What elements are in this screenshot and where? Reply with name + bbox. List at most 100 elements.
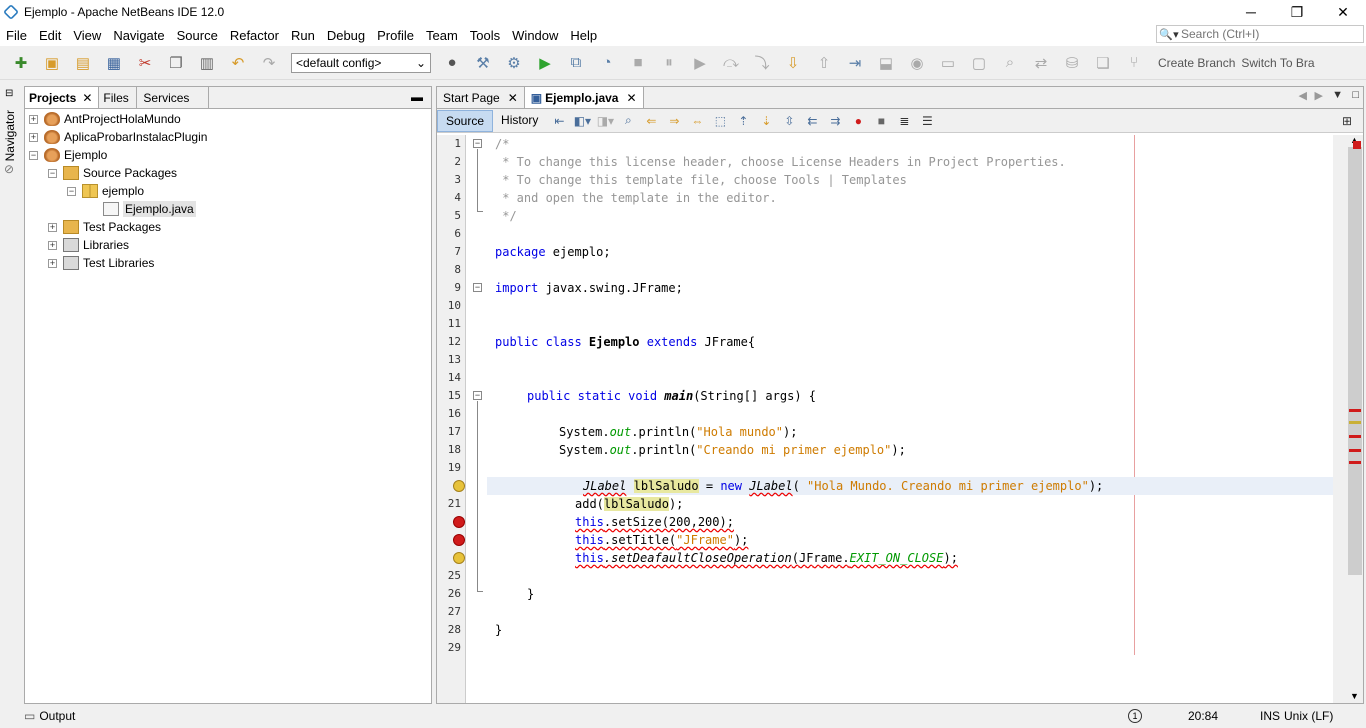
next-bookmark-icon[interactable]: ⇣	[756, 111, 776, 131]
menu-file[interactable]: File	[0, 28, 33, 43]
take-snapshot-icon[interactable]: ◉	[904, 50, 930, 76]
menu-help[interactable]: Help	[564, 28, 603, 43]
build-icon[interactable]: ⚒	[470, 50, 496, 76]
menu-source[interactable]: Source	[171, 28, 224, 43]
split-editor-icon[interactable]: ⊞	[1337, 111, 1357, 131]
team-copy-icon[interactable]: ❏	[1090, 50, 1116, 76]
uncomment-icon[interactable]: ☰	[917, 111, 937, 131]
run-to-cursor-icon[interactable]: ⇥	[842, 50, 868, 76]
menu-debug[interactable]: Debug	[321, 28, 371, 43]
shift-left-icon[interactable]: ⇇	[802, 111, 822, 131]
tab-list-icon[interactable]: ▼	[1332, 89, 1343, 101]
toggle-highlight-icon[interactable]: ⬚	[710, 111, 730, 131]
code-area[interactable]: /* * To change this license header, choo…	[487, 135, 1333, 703]
menu-tools[interactable]: Tools	[464, 28, 506, 43]
error-stripe-mark[interactable]	[1349, 461, 1361, 464]
clean-build-icon[interactable]: ⚙	[501, 50, 527, 76]
config-select[interactable]: <default config> ⌄	[291, 52, 431, 73]
navigator-tab[interactable]: Navigator	[3, 110, 17, 161]
scroll-tabs-left-icon[interactable]: ◀	[1299, 89, 1307, 102]
pause-icon[interactable]: ⏸	[656, 50, 682, 76]
tree-item-test-libraries[interactable]: + Test Libraries	[48, 254, 154, 272]
find-next-icon[interactable]: ⇒	[664, 111, 684, 131]
close-button[interactable]: ✕	[1320, 0, 1366, 24]
step-over-icon[interactable]: ⤼	[718, 50, 744, 76]
close-icon[interactable]: ✕	[508, 91, 518, 105]
menu-view[interactable]: View	[67, 28, 107, 43]
new-project-icon[interactable]: ▣	[39, 50, 65, 76]
tab-ejemplo-java[interactable]: ▣ Ejemplo.java ✕	[524, 87, 644, 108]
scroll-tabs-right-icon[interactable]: ▶	[1315, 89, 1323, 102]
warning-stripe-mark[interactable]	[1349, 421, 1361, 424]
continue-icon[interactable]: ▶	[687, 50, 713, 76]
step-into-icon[interactable]: ⇩	[780, 50, 806, 76]
tree-item-package-ejemplo[interactable]: − ejemplo	[67, 182, 144, 200]
error-stripe-mark[interactable]	[1349, 435, 1361, 438]
menu-refactor[interactable]: Refactor	[224, 28, 285, 43]
scroll-down-icon[interactable]: ▼	[1350, 691, 1359, 701]
team-search-icon[interactable]: ⌕	[997, 50, 1023, 76]
last-edit-icon[interactable]: ⇤	[549, 111, 569, 131]
close-icon[interactable]: ✕	[626, 91, 636, 105]
team-commit-icon[interactable]: ▢	[966, 50, 992, 76]
tree-item-test-packages[interactable]: + Test Packages	[48, 218, 161, 236]
stop-macro-icon[interactable]: ■	[871, 111, 891, 131]
undo-icon[interactable]: ↶	[225, 50, 251, 76]
new-file-icon[interactable]: ✚	[8, 50, 34, 76]
collapse-icon[interactable]: −	[67, 186, 76, 196]
search-box[interactable]: 🔍▾	[1156, 25, 1364, 43]
maximize-button[interactable]: ❐	[1274, 0, 1320, 24]
globe-icon[interactable]: ●	[439, 50, 465, 76]
output-tab[interactable]: ▭ Output	[24, 706, 432, 726]
copy-icon[interactable]: ❐	[163, 50, 189, 76]
switch-to-branch-button[interactable]: Switch To Bra	[1241, 56, 1314, 70]
team-diff-icon[interactable]: ⇄	[1028, 50, 1054, 76]
fold-toggle-icon[interactable]: −	[473, 391, 482, 400]
menu-window[interactable]: Window	[506, 28, 564, 43]
collapse-icon[interactable]: −	[48, 168, 57, 178]
expand-icon[interactable]: +	[48, 222, 57, 232]
navigator-window-icon[interactable]: ⊟	[5, 88, 13, 99]
find-selection-icon[interactable]: ⇔	[687, 111, 707, 131]
editor-vertical-scrollbar[interactable]: ▲ ▼	[1333, 135, 1363, 703]
fold-toggle-icon[interactable]: −	[473, 283, 482, 292]
tab-projects[interactable]: Projects ✕	[25, 87, 100, 108]
tree-item-ejemplo[interactable]: − Ejemplo	[29, 146, 107, 164]
stop-icon[interactable]: ■	[625, 50, 651, 76]
debug-icon[interactable]: ⧉	[563, 50, 589, 76]
tab-services[interactable]: Services	[137, 87, 210, 108]
start-macro-icon[interactable]: ●	[848, 111, 868, 131]
source-view-tab[interactable]: Source	[437, 109, 494, 132]
toggle-bookmark-icon[interactable]: ⇳	[779, 111, 799, 131]
back-icon[interactable]: ◧▾	[572, 111, 592, 131]
redo-icon[interactable]: ↷	[256, 50, 282, 76]
error-icon[interactable]	[453, 516, 465, 528]
collapse-icon[interactable]: −	[29, 150, 38, 160]
close-icon[interactable]: ✕	[82, 91, 92, 105]
run-icon[interactable]: ▶	[532, 50, 558, 76]
tree-item-source-packages[interactable]: − Source Packages	[48, 164, 177, 182]
scrollbar-thumb[interactable]	[1348, 147, 1362, 575]
error-icon[interactable]	[453, 534, 465, 546]
error-hint-bulb-icon[interactable]	[453, 480, 465, 492]
fold-toggle-icon[interactable]: −	[473, 139, 482, 148]
comment-icon[interactable]: ≣	[894, 111, 914, 131]
error-stripe-mark[interactable]	[1349, 449, 1361, 452]
tab-start-page[interactable]: Start Page ✕	[437, 87, 525, 108]
menu-team[interactable]: Team	[420, 28, 464, 43]
find-icon[interactable]: ⌕	[618, 111, 638, 131]
search-input[interactable]	[1181, 27, 1361, 41]
paste-icon[interactable]: ▥	[194, 50, 220, 76]
expand-icon[interactable]: +	[48, 258, 57, 268]
team-branch-icon[interactable]: ⑂	[1121, 50, 1147, 76]
error-hint-bulb-icon[interactable]	[453, 552, 465, 564]
error-stripe-mark[interactable]	[1349, 409, 1361, 412]
tree-item-antprojectholamundo[interactable]: + AntProjectHolaMundo	[29, 110, 181, 128]
expand-icon[interactable]: +	[48, 240, 57, 250]
create-branch-button[interactable]: Create Branch	[1158, 56, 1235, 70]
team-db-icon[interactable]: ⛁	[1059, 50, 1085, 76]
menu-run[interactable]: Run	[285, 28, 321, 43]
menu-edit[interactable]: Edit	[33, 28, 67, 43]
prev-bookmark-icon[interactable]: ⇡	[733, 111, 753, 131]
find-previous-icon[interactable]: ⇐	[641, 111, 661, 131]
